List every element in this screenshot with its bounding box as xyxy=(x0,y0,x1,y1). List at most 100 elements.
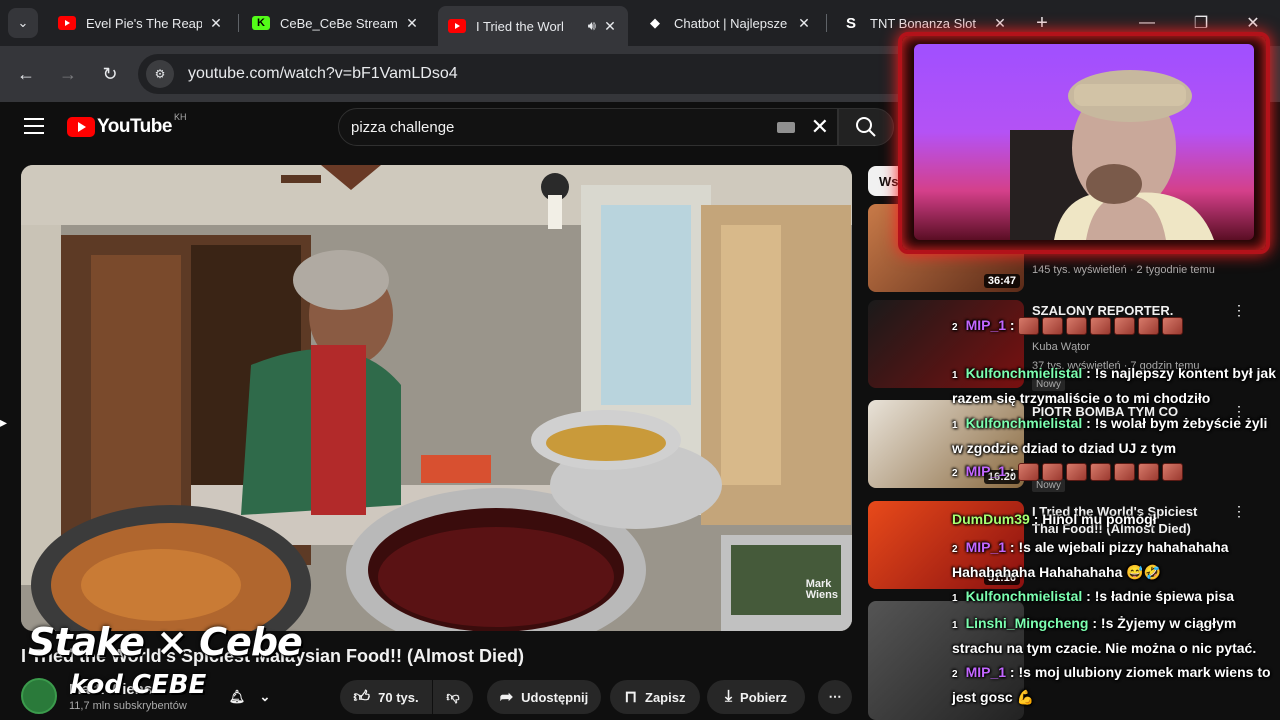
stake-s-icon: S xyxy=(845,14,856,32)
browser-tab-3-active[interactable]: I Tried the Worl 🔊︎ ✕ xyxy=(438,6,628,46)
browser-tab-1[interactable]: Evel Pie's The Reape ✕ xyxy=(48,6,234,40)
emote-icon xyxy=(1018,317,1040,336)
chat-message: 1 Kulfonchmielistal : !s wolał bym żebyśc… xyxy=(952,412,1278,459)
chat-message: 2 MIP_1 : !s ale wjebali pizzy hahahahaha… xyxy=(952,536,1278,583)
chat-message: 1 Linshi_Mingcheng : !s Żyjemy w ciągłym … xyxy=(952,612,1278,659)
chat-message: 1 Kulfonchmielistal : !s najlepszy konten… xyxy=(952,362,1278,409)
youtube-logo[interactable]: YouTube KH xyxy=(67,112,186,138)
emote-icon xyxy=(1138,463,1160,482)
video-watermark: Mark Wiens xyxy=(805,578,838,601)
share-icon: ➦ xyxy=(499,689,514,706)
search-button[interactable] xyxy=(838,108,894,146)
chat-level: 1 xyxy=(952,593,958,604)
menu-icon[interactable] xyxy=(24,118,44,136)
emote-icon xyxy=(1066,463,1088,482)
keyboard-icon[interactable] xyxy=(776,121,795,133)
tab-search-dropdown-icon[interactable]: ⌄ xyxy=(8,8,38,38)
chat-username: MIP_1 xyxy=(965,317,1007,333)
search-input[interactable]: pizza challenge ✕ xyxy=(338,108,838,146)
forward-icon[interactable]: → xyxy=(52,58,84,90)
chat-username: Kulfonchmielistal xyxy=(965,415,1083,431)
chat-message: DumDum39 : Hinol mu pomógł xyxy=(952,508,1278,530)
tab-divider xyxy=(826,14,827,32)
tab-title: Chatbot | Najlepsze xyxy=(674,15,788,31)
tab-title: TNT Bonanza Slot xyxy=(870,15,976,31)
chat-username: MIP_1 xyxy=(965,664,1007,680)
chat-level: 2 xyxy=(952,468,958,479)
more-actions-button[interactable]: ⋯ xyxy=(818,680,852,714)
download-label: Pobierz xyxy=(740,689,788,705)
save-button[interactable]: ⊓ Zapisz xyxy=(610,680,700,714)
chatbot-icon: ◆ xyxy=(650,15,660,30)
address-bar[interactable]: ⚙ youtube.com/watch?v=bF1VamLDso4 xyxy=(138,54,918,94)
chat-sep: : xyxy=(1086,415,1091,431)
close-tab-icon[interactable]: ✕ xyxy=(208,15,224,32)
bookmark-icon: ⊓ xyxy=(624,689,637,706)
chat-sep: : xyxy=(1009,317,1015,333)
chat-message: 1 Kulfonchmielistal : !s ładnie śpiewa pi… xyxy=(952,585,1278,610)
youtube-play-icon xyxy=(67,117,95,137)
emote-icon xyxy=(1162,317,1184,336)
like-count: 70 tys. xyxy=(378,689,419,705)
emote-row xyxy=(1018,463,1184,482)
dislike-button[interactable]: 👎︎ xyxy=(433,680,473,714)
chat-username: Kulfonchmielistal xyxy=(965,365,1083,381)
close-tab-icon[interactable]: ✕ xyxy=(404,15,420,32)
chat-sep: : xyxy=(1033,511,1039,527)
stake-cebe-logo: Stake × Cebe xyxy=(28,620,303,664)
chat-username: DumDum39 xyxy=(952,511,1030,527)
chat-level: 2 xyxy=(952,669,958,680)
close-tab-icon[interactable]: ✕ xyxy=(992,15,1008,32)
like-button[interactable]: 👍︎ 70 tys. xyxy=(340,680,432,714)
chat-message: 2 MIP_1 : !s moj ulubiony ziomek mark wie… xyxy=(952,661,1278,708)
close-tab-icon[interactable]: ✕ xyxy=(796,15,812,32)
avatar[interactable] xyxy=(21,678,57,714)
chat-level: 1 xyxy=(952,370,958,381)
chat-text: Hinol mu pomógł xyxy=(1042,511,1157,527)
tab-title: CeBe_CeBe Stream xyxy=(280,15,398,31)
emote-icon xyxy=(1018,463,1040,482)
bell-icon[interactable]: 🔔︎ xyxy=(218,680,256,714)
search-icon xyxy=(856,117,876,137)
chat-sep: : xyxy=(1086,588,1091,604)
emote-icon xyxy=(1090,463,1112,482)
chevron-down-icon[interactable]: ⌄ xyxy=(252,680,278,714)
chat-level: 1 xyxy=(952,620,958,631)
url-text: youtube.com/watch?v=bF1VamLDso4 xyxy=(188,65,458,82)
search-query: pizza challenge xyxy=(351,118,455,136)
kick-icon: K xyxy=(252,16,270,30)
emote-icon xyxy=(1162,463,1184,482)
mouse-cursor-icon: ▸ xyxy=(0,414,8,430)
tab-title: Evel Pie's The Reape xyxy=(86,15,202,31)
browser-tab-2[interactable]: K CeBe_CeBe Stream ✕ xyxy=(242,6,430,40)
youtube-icon xyxy=(448,19,466,33)
youtube-wordmark: YouTube xyxy=(97,116,172,137)
speaker-icon[interactable]: 🔊︎ xyxy=(588,18,596,34)
chat-sep: : xyxy=(1009,463,1015,479)
site-info-icon[interactable]: ⚙ xyxy=(146,60,174,88)
related-video-meta: 145 tys. wyświetleń · 2 tygodnie temu xyxy=(1032,264,1215,276)
close-tab-icon[interactable]: ✕ xyxy=(602,18,618,35)
chat-sep: : xyxy=(1092,615,1098,631)
emote-icon xyxy=(1042,463,1064,482)
tab-divider xyxy=(238,14,239,32)
chat-text: !s ładnie śpiewa pisa xyxy=(1094,588,1234,604)
download-button[interactable]: ⤓ Pobierz xyxy=(707,680,805,714)
clear-search-icon[interactable]: ✕ xyxy=(811,114,829,140)
thumbs-up-icon: 👍︎ xyxy=(353,688,371,706)
browser-tab-4[interactable]: ◆ Chatbot | Najlepsze ✕ xyxy=(636,6,822,40)
reload-icon[interactable]: ↻ xyxy=(94,58,126,90)
related-video-channel: Kuba Wątor xyxy=(1032,341,1091,353)
chat-level: 2 xyxy=(952,544,958,555)
more-icon: ⋯ xyxy=(828,689,842,704)
video-player[interactable]: Mark Wiens xyxy=(21,165,852,631)
subscriber-count: 11,7 mln subskrybentów xyxy=(69,699,187,712)
tab-title: I Tried the Worl xyxy=(476,18,564,34)
download-icon: ⤓ xyxy=(724,688,733,705)
back-icon[interactable]: ← xyxy=(10,58,42,90)
share-button[interactable]: ➦ Udostępnij xyxy=(487,680,601,714)
chat-level: 1 xyxy=(952,420,958,431)
emote-icon xyxy=(1114,317,1136,336)
video-frame xyxy=(21,165,852,631)
country-code: KH xyxy=(173,112,187,122)
